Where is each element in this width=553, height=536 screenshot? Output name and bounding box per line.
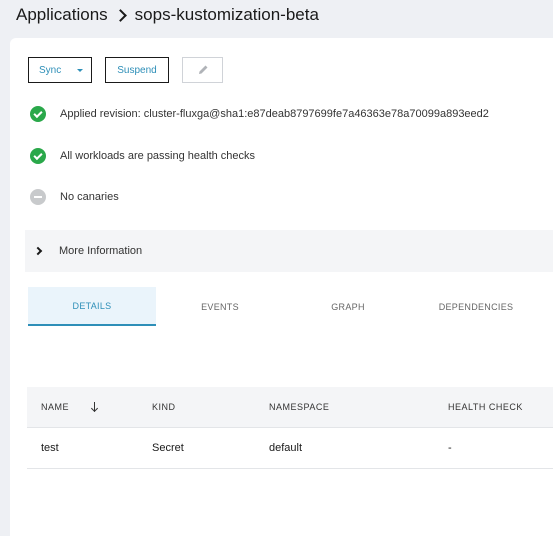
caret-down-icon [77,68,83,72]
toolbar: Sync Suspend [28,57,223,83]
suspend-button[interactable]: Suspend [105,57,169,83]
tab-events[interactable]: EVENTS [156,287,284,326]
edit-button[interactable] [182,57,223,83]
breadcrumb: Applications sops-kustomization-beta [16,4,319,26]
tab-graph[interactable]: GRAPH [284,287,412,326]
tab-dependencies[interactable]: DEPENDENCIES [412,287,540,326]
column-header-kind[interactable]: KIND [152,402,269,412]
tab-bar: DETAILS EVENTS GRAPH DEPENDENCIES [28,287,540,326]
chevron-right-icon [113,8,127,22]
sync-button[interactable]: Sync [28,57,92,83]
cell-namespace: default [269,442,303,454]
main-panel: Sync Suspend Applied revision: cluster-f… [10,38,553,536]
revision-status-row: Applied revision: cluster-fluxga@sha1:e8… [30,106,489,122]
health-status-row: All workloads are passing health checks [30,148,255,164]
check-circle-icon [30,148,46,164]
sort-arrow-down-icon[interactable] [91,402,99,412]
column-header-namespace[interactable]: NAMESPACE [269,402,448,412]
column-header-name[interactable]: NAME [27,402,152,412]
chevron-right-icon [33,246,43,256]
tab-details[interactable]: DETAILS [28,287,156,326]
minus-circle-icon [30,189,46,205]
canaries-status-row: No canaries [30,189,119,205]
table-row[interactable]: test Secret default - [27,427,553,469]
cell-kind: Secret [152,442,184,454]
page-title: sops-kustomization-beta [134,5,319,24]
column-header-health-check[interactable]: HEALTH CHECK [448,402,553,412]
health-text: All workloads are passing health checks [60,150,256,162]
cell-health-check: - [448,442,452,454]
table-header: NAME KIND NAMESPACE HEALTH CHECK [27,387,553,427]
pencil-icon [198,65,207,74]
canaries-text: No canaries [60,191,119,203]
more-information-label: More Information [59,245,143,257]
resources-table: NAME KIND NAMESPACE HEALTH CHECK test Se… [27,387,553,469]
revision-text: Applied revision: cluster-fluxga@sha1:e8… [60,108,489,120]
breadcrumb-applications-link[interactable]: Applications [16,5,108,25]
sync-button-label: Sync [39,64,62,76]
column-header-name-label: NAME [41,402,70,412]
more-information-toggle[interactable]: More Information [25,230,553,272]
check-circle-icon [30,106,46,122]
cell-name: test [41,442,59,454]
